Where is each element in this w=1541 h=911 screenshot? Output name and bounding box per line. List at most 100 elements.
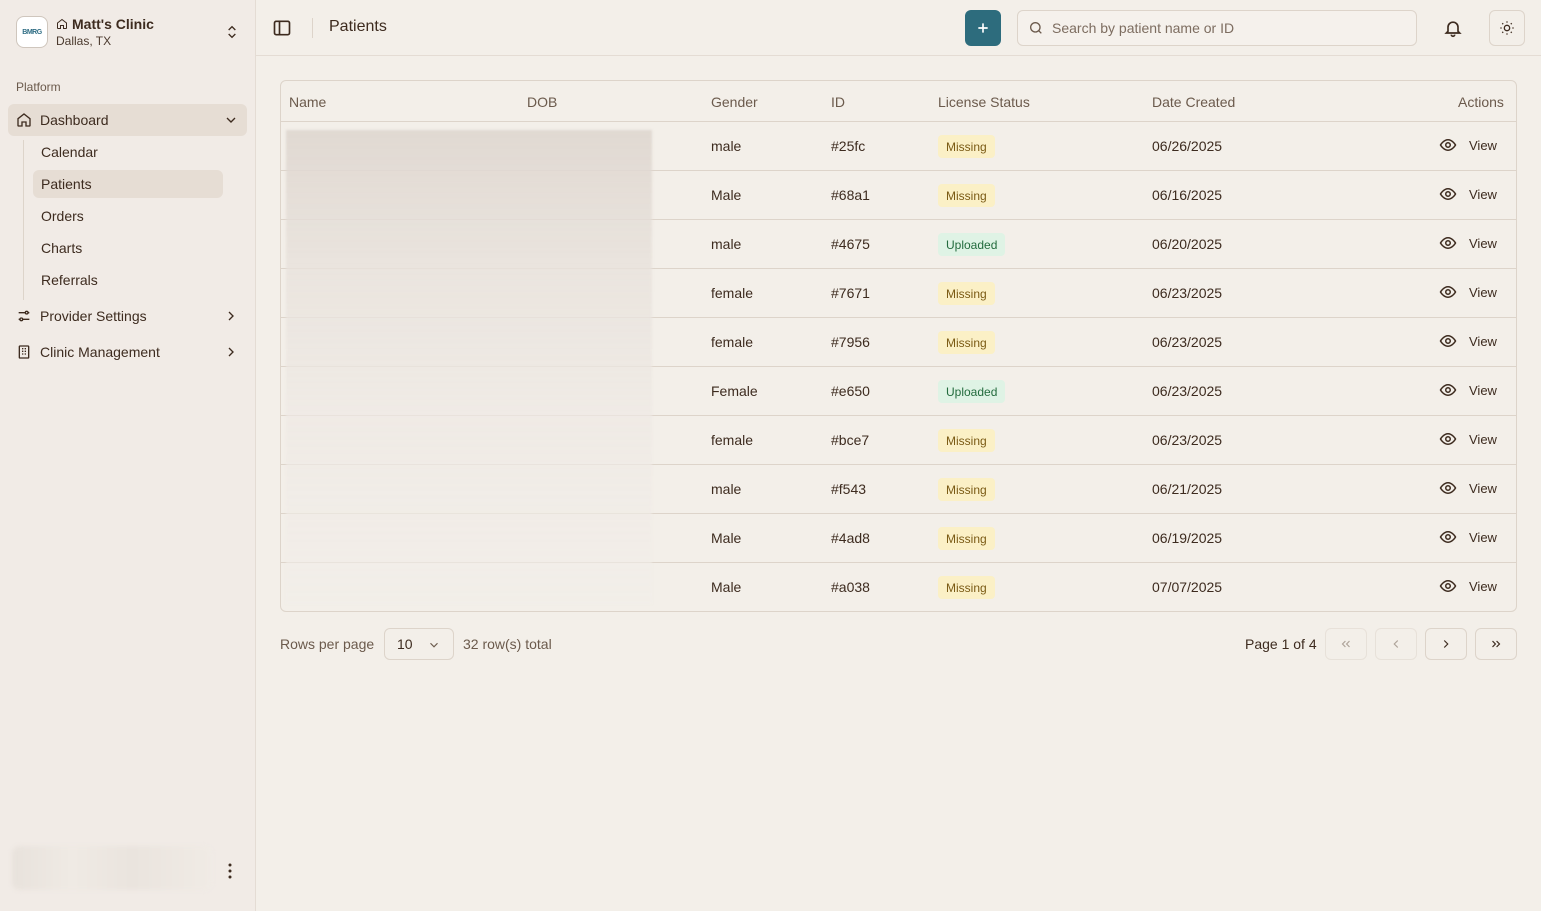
view-button[interactable]: View [1439,528,1497,546]
id-cell: #7671 [831,285,870,301]
chevron-right-icon [228,311,234,321]
date-created-cell: 06/23/2025 [1152,334,1223,350]
gender-cell: male [711,236,742,252]
eye-icon [1439,234,1457,252]
id-cell: #f543 [831,481,867,497]
user-profile-redacted[interactable] [12,846,212,890]
sun-icon [1500,21,1514,35]
nav-referrals[interactable]: Referrals [33,266,223,294]
view-button[interactable]: View [1439,577,1497,595]
chevrons-up-down-icon [228,25,236,39]
license-status-badge: Missing [938,331,995,354]
chevron-down-icon [430,642,438,648]
next-page-button[interactable] [1425,628,1467,660]
gender-cell: Female [711,383,758,399]
license-status-badge: Missing [938,527,995,550]
eye-icon [1439,185,1457,203]
date-created-cell: 06/16/2025 [1152,187,1223,203]
eye-icon [1439,430,1457,448]
rows-per-page-value: 10 [397,636,413,652]
nav-provider-settings[interactable]: Provider Settings [8,300,247,332]
view-label: View [1469,284,1497,300]
license-status-badge: Missing [938,478,995,501]
table-header: Name DOB Gender ID License Status Date C… [281,81,1516,122]
bell-icon[interactable] [1443,18,1463,38]
gender-cell: female [711,432,754,448]
redacted-name-dob [286,130,652,604]
more-vertical-icon[interactable] [222,862,238,880]
nav-patients[interactable]: Patients [33,170,223,198]
view-button[interactable]: View [1439,234,1497,252]
view-label: View [1469,529,1497,545]
rows-per-page-select[interactable]: 10 [384,628,454,660]
date-created-cell: 06/20/2025 [1152,236,1223,252]
clinic-location: Dallas, TX [56,34,112,48]
prev-page-button[interactable] [1375,628,1417,660]
gender-cell: Male [711,530,742,546]
clinic-name-row: Matt's Clinic [56,16,154,32]
col-dob[interactable]: DOB [527,94,557,110]
eye-icon [1439,283,1457,301]
nav-provider-settings-label: Provider Settings [40,308,147,324]
search-icon [1030,22,1042,34]
view-button[interactable]: View [1439,185,1497,203]
eye-icon [1439,479,1457,497]
search-box[interactable] [1017,10,1417,46]
col-gender[interactable]: Gender [711,94,758,110]
view-button[interactable]: View [1439,381,1497,399]
house-icon [16,112,32,128]
col-date-created[interactable]: Date Created [1152,94,1235,110]
nav-charts[interactable]: Charts [33,234,223,262]
id-cell: #a038 [831,579,870,595]
sidebar-toggle-icon[interactable] [272,18,292,38]
view-button[interactable]: View [1439,479,1497,497]
submenu-line [23,140,24,300]
nav-clinic-management[interactable]: Clinic Management [8,336,247,368]
nav-clinic-management-label: Clinic Management [40,344,160,360]
eye-icon [1439,136,1457,154]
id-cell: #25fc [831,138,866,154]
sliders-icon [16,308,32,324]
license-status-badge: Uploaded [938,233,1006,256]
eye-icon [1439,332,1457,350]
last-page-button[interactable] [1475,628,1517,660]
home-icon [57,18,67,29]
gender-cell: male [711,481,742,497]
theme-toggle-button[interactable] [1489,10,1525,46]
chevron-down-icon [226,117,236,123]
view-button[interactable]: View [1439,136,1497,154]
building-icon [16,344,32,360]
col-name[interactable]: Name [289,94,326,110]
nav-dashboard-label: Dashboard [40,112,109,128]
col-license-status[interactable]: License Status [938,94,1030,110]
gender-cell: Male [711,187,742,203]
license-status-badge: Missing [938,184,995,207]
sidebar: BMRG Matt's Clinic Dallas, TX Platform D… [0,0,256,911]
first-page-button[interactable] [1325,628,1367,660]
nav-calendar[interactable]: Calendar [33,138,223,166]
license-status-badge: Missing [938,429,995,452]
col-id[interactable]: ID [831,94,845,110]
license-status-badge: Missing [938,135,995,158]
clinic-logo: BMRG [16,16,48,48]
eye-icon [1439,381,1457,399]
nav-dashboard[interactable]: Dashboard [8,104,247,136]
view-label: View [1469,235,1497,251]
view-label: View [1469,480,1497,496]
license-status-badge: Uploaded [938,380,1006,403]
id-cell: #4675 [831,236,870,252]
view-button[interactable]: View [1439,332,1497,350]
id-cell: #e650 [831,383,870,399]
view-label: View [1469,431,1497,447]
view-button[interactable]: View [1439,283,1497,301]
search-input[interactable] [1052,20,1402,36]
nav-orders[interactable]: Orders [33,202,223,230]
chevron-right-icon [1443,640,1449,648]
plus-icon [978,23,988,33]
add-patient-button[interactable] [965,10,1001,46]
view-label: View [1469,382,1497,398]
clinic-switcher[interactable]: BMRG Matt's Clinic Dallas, TX [8,8,248,56]
view-button[interactable]: View [1439,430,1497,448]
header-divider [312,18,313,38]
date-created-cell: 06/23/2025 [1152,383,1223,399]
